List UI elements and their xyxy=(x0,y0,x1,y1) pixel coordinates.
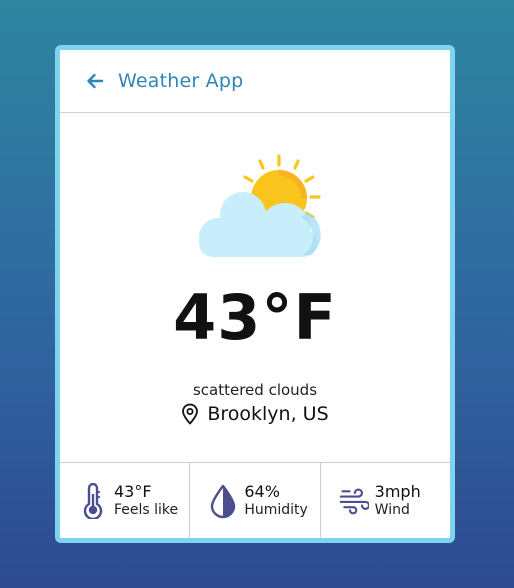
location-pin-icon xyxy=(181,403,201,425)
partly-cloudy-icon xyxy=(191,151,331,263)
app-header: Weather App xyxy=(60,50,450,113)
weather-description: scattered clouds xyxy=(192,381,318,399)
temperature-readout: 43°F xyxy=(173,281,337,354)
weather-card: Weather App 43°F scattered clouds Brookl… xyxy=(55,45,455,543)
location-name: Brooklyn, US xyxy=(207,403,329,425)
feels-like-label: Feels like xyxy=(114,501,179,518)
humidity-value: 64% xyxy=(244,481,280,501)
humidity-drop-icon xyxy=(208,482,238,520)
stat-humidity: 64% Humidity xyxy=(189,463,319,538)
wind-value: 3mph xyxy=(374,481,421,501)
stat-wind: 3mph Wind xyxy=(319,463,450,538)
thermometer-icon xyxy=(78,482,108,520)
humidity-label: Humidity xyxy=(244,501,308,518)
location: Brooklyn, US xyxy=(60,403,450,425)
stat-feels-like: 43°F Feels like xyxy=(60,463,189,538)
feels-like-value: 43°F xyxy=(114,481,152,501)
wind-label: Wind xyxy=(374,501,410,518)
app-title: Weather App xyxy=(118,70,244,92)
weather-stats: 43°F Feels like 64% Humidity 3mph Wind xyxy=(60,462,450,538)
wind-icon xyxy=(339,482,369,520)
back-arrow-icon[interactable] xyxy=(84,70,106,92)
current-weather: 43°F scattered clouds Brooklyn, US xyxy=(60,113,450,463)
